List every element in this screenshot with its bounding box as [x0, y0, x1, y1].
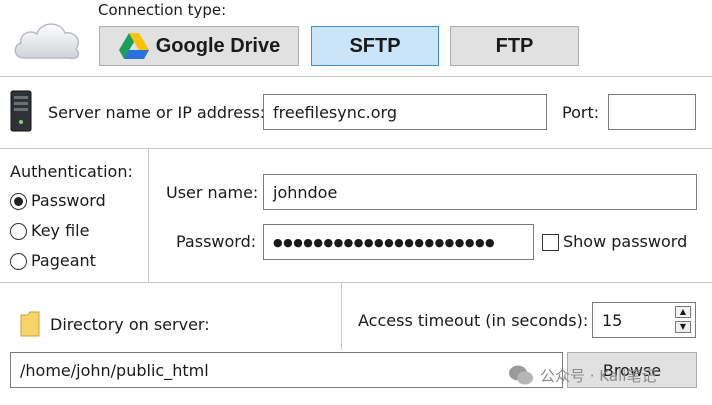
radio-key-file-label: Key file — [31, 221, 90, 240]
divider — [0, 148, 712, 149]
watermark: 公众号 · Kali笔记 — [508, 364, 656, 386]
show-password-box[interactable] — [542, 233, 559, 251]
google-drive-icon — [118, 33, 149, 59]
divider — [0, 76, 712, 77]
port-input[interactable] — [608, 94, 696, 130]
folder-icon — [20, 311, 40, 337]
username-label: User name: — [166, 183, 259, 202]
ftp-label: FTP — [495, 34, 534, 57]
server-input[interactable]: freefilesync.org — [263, 94, 547, 130]
radio-key-file[interactable]: Key file — [10, 221, 89, 241]
directory-input[interactable]: /home/john/public_html — [10, 352, 563, 388]
password-label: Password: — [176, 232, 257, 251]
spin-up-icon[interactable]: ▲ — [675, 306, 691, 318]
divider — [341, 282, 342, 350]
authentication-label: Authentication: — [10, 162, 133, 181]
server-icon — [10, 90, 32, 132]
password-input[interactable]: ●●●●●●●●●●●●●●●●●●●●●● — [263, 224, 534, 260]
radio-password-button[interactable] — [10, 192, 27, 210]
username-input[interactable]: johndoe — [263, 174, 697, 210]
show-password-checkbox[interactable]: Show password — [542, 232, 687, 252]
google-drive-label: Google Drive — [155, 34, 281, 57]
google-drive-button[interactable]: Google Drive — [99, 26, 299, 66]
radio-password[interactable]: Password — [10, 191, 106, 211]
show-password-label: Show password — [563, 232, 688, 251]
server-label: Server name or IP address: — [48, 103, 266, 122]
directory-label: Directory on server: — [50, 315, 210, 334]
cloud-icon — [14, 23, 80, 60]
timeout-spinner[interactable]: 15 ▲ ▼ — [592, 302, 696, 338]
port-label: Port: — [562, 103, 600, 122]
sftp-button[interactable]: SFTP — [311, 26, 439, 66]
divider — [0, 282, 712, 283]
radio-pageant-label: Pageant — [31, 251, 96, 270]
radio-password-label: Password — [31, 191, 106, 210]
ftp-button[interactable]: FTP — [450, 26, 579, 66]
sftp-label: SFTP — [349, 34, 401, 57]
timeout-value: 15 — [602, 311, 623, 330]
radio-pageant[interactable]: Pageant — [10, 251, 96, 271]
connection-type-label: Connection type: — [98, 1, 227, 19]
radio-pageant-button[interactable] — [10, 252, 27, 270]
watermark-text: 公众号 · Kali笔记 — [540, 366, 657, 385]
divider — [148, 148, 149, 282]
spin-down-icon[interactable]: ▼ — [675, 321, 691, 333]
radio-key-file-button[interactable] — [10, 222, 27, 240]
wechat-icon — [509, 365, 533, 385]
timeout-label: Access timeout (in seconds): — [358, 311, 589, 330]
